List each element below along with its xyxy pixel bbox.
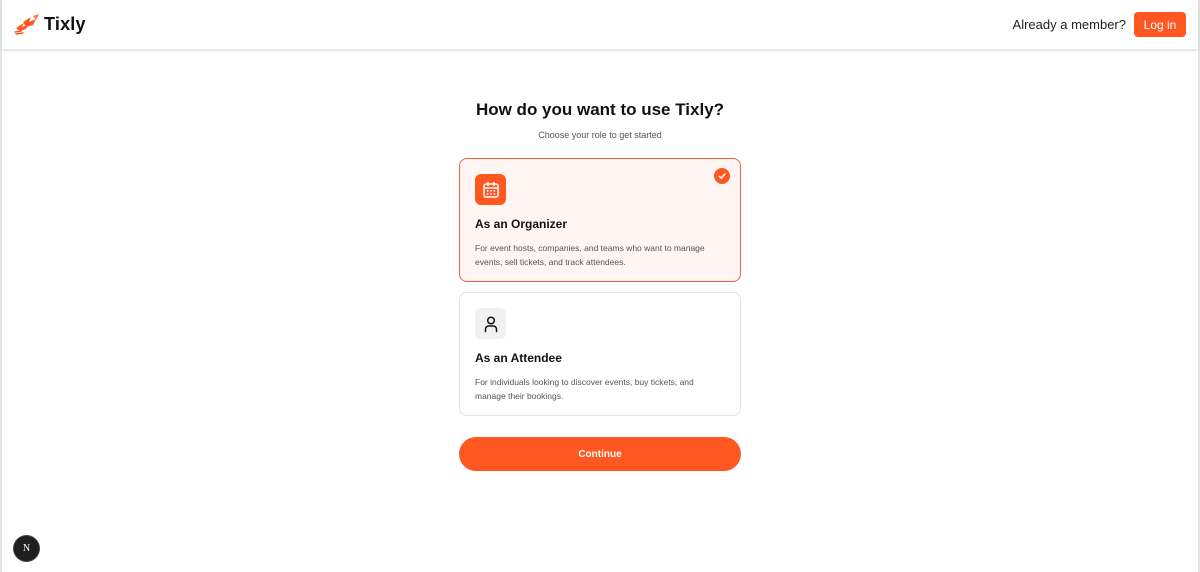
badge-letter: N: [22, 543, 31, 554]
role-card-title: As an Organizer: [475, 217, 568, 231]
tixly-logo-icon: [14, 13, 39, 35]
continue-button[interactable]: Continue: [459, 437, 741, 471]
login-button[interactable]: Log in: [1134, 12, 1186, 37]
page-subtitle: Choose your role to get started: [538, 130, 662, 140]
top-header: Tixly Already a member? Log in: [2, 0, 1198, 50]
role-selection: How do you want to use Tixly? Choose you…: [2, 50, 1198, 471]
member-prompt: Already a member?: [1012, 17, 1126, 32]
dev-tools-badge[interactable]: N: [14, 536, 39, 561]
role-card-organizer[interactable]: As an Organizer For event hosts, compani…: [459, 158, 741, 282]
attendee-icon-tile: [475, 308, 506, 339]
role-card-title: As an Attendee: [475, 351, 562, 365]
organizer-icon-tile: [475, 174, 506, 205]
page-title: How do you want to use Tixly?: [475, 100, 725, 119]
page: Tixly Already a member? Log in How do yo…: [0, 0, 1200, 572]
selected-check-icon: [714, 168, 730, 184]
user-icon: [484, 315, 497, 332]
brand-name: Tixly: [44, 14, 86, 34]
role-card-attendee[interactable]: As an Attendee For individuals looking t…: [459, 292, 741, 416]
brand[interactable]: Tixly: [14, 13, 86, 36]
role-card-description: For event hosts, companies, and teams wh…: [475, 243, 705, 267]
calendar-icon: [482, 181, 499, 198]
role-card-description: For individuals looking to discover even…: [475, 377, 694, 401]
header-actions: Already a member? Log in: [1013, 12, 1186, 37]
